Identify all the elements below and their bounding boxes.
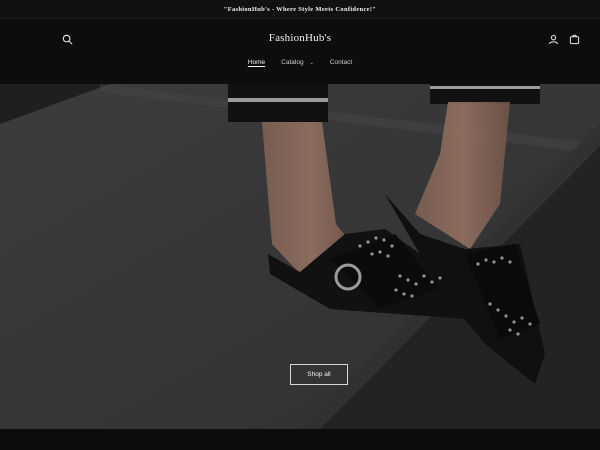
chevron-down-icon: ⌄ (309, 59, 314, 66)
shop-all-button[interactable]: Shop all (290, 364, 348, 385)
nav-item-label: Contact (329, 59, 353, 66)
page-bottom-strip (0, 429, 600, 450)
nav-item-catalog[interactable]: Catalog ⌄ (273, 59, 322, 66)
announcement-bar: "FashionHub's - Where Style Meets Confid… (0, 0, 600, 19)
account-icon[interactable] (546, 32, 560, 46)
main-nav: Home Catalog ⌄ Contact (0, 59, 600, 66)
site-header: FashionHub's Home Catalog ⌄ Contact (0, 19, 600, 84)
cart-icon[interactable] (567, 32, 581, 46)
nav-item-contact[interactable]: Contact (322, 59, 360, 66)
site-logo[interactable]: FashionHub's (0, 32, 600, 44)
nav-item-label: Catalog (281, 59, 304, 66)
nav-item-home[interactable]: Home (240, 59, 273, 66)
nav-item-label: Home (247, 59, 266, 66)
announcement-text: "FashionHub's - Where Style Meets Confid… (223, 5, 377, 13)
